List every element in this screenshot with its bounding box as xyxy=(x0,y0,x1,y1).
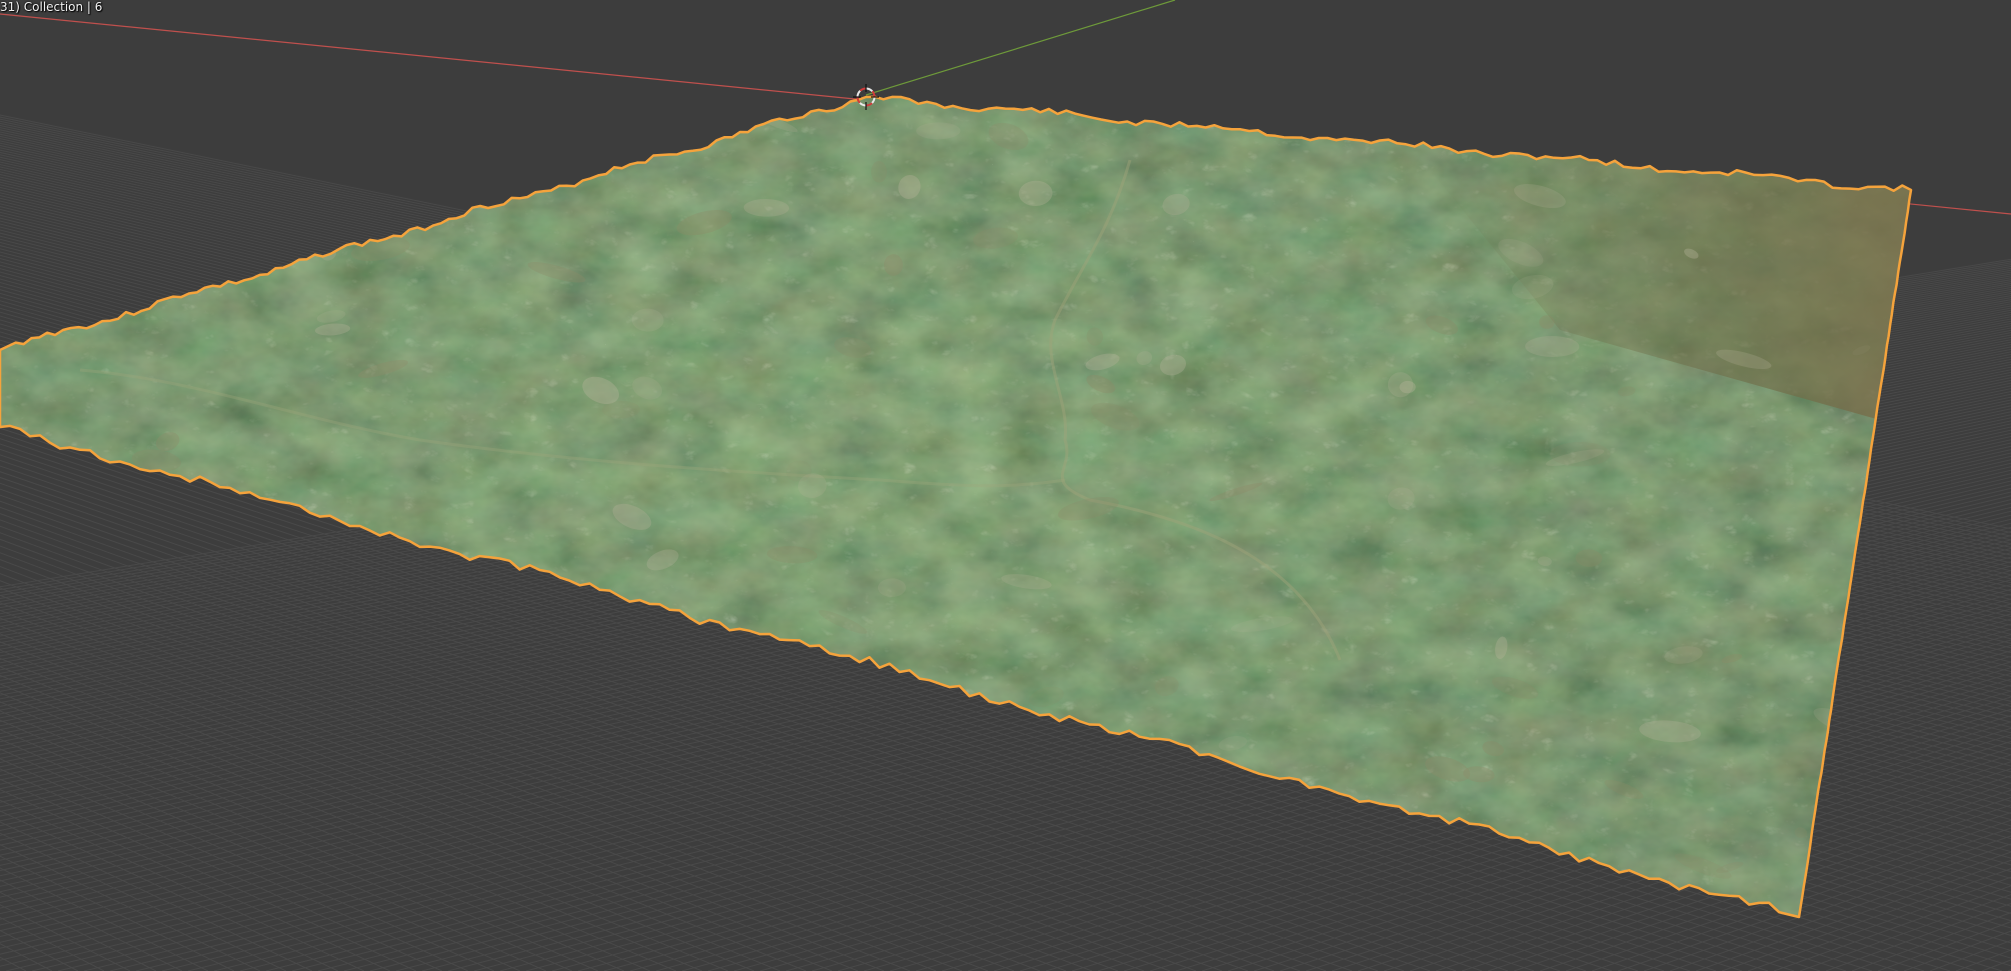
terrain-peak-highlight xyxy=(1549,442,1611,467)
y-axis-line xyxy=(865,0,1176,96)
terrain-peak-highlight xyxy=(1025,741,1044,766)
terrain-peak-highlight xyxy=(537,108,567,120)
viewport-canvas[interactable] xyxy=(0,0,2011,971)
3d-viewport[interactable]: 31) Collection | 6 xyxy=(0,0,2011,971)
terrain-peak-highlight xyxy=(652,656,704,686)
terrain-peak-highlight xyxy=(1480,118,1504,136)
terrain-peak-highlight xyxy=(601,105,659,130)
terrain-peak-highlight xyxy=(239,856,302,868)
terrain-peak-highlight xyxy=(46,486,66,505)
viewport-info-text: 31) Collection | 6 xyxy=(0,0,103,14)
terrain-peak-highlight xyxy=(466,141,491,165)
